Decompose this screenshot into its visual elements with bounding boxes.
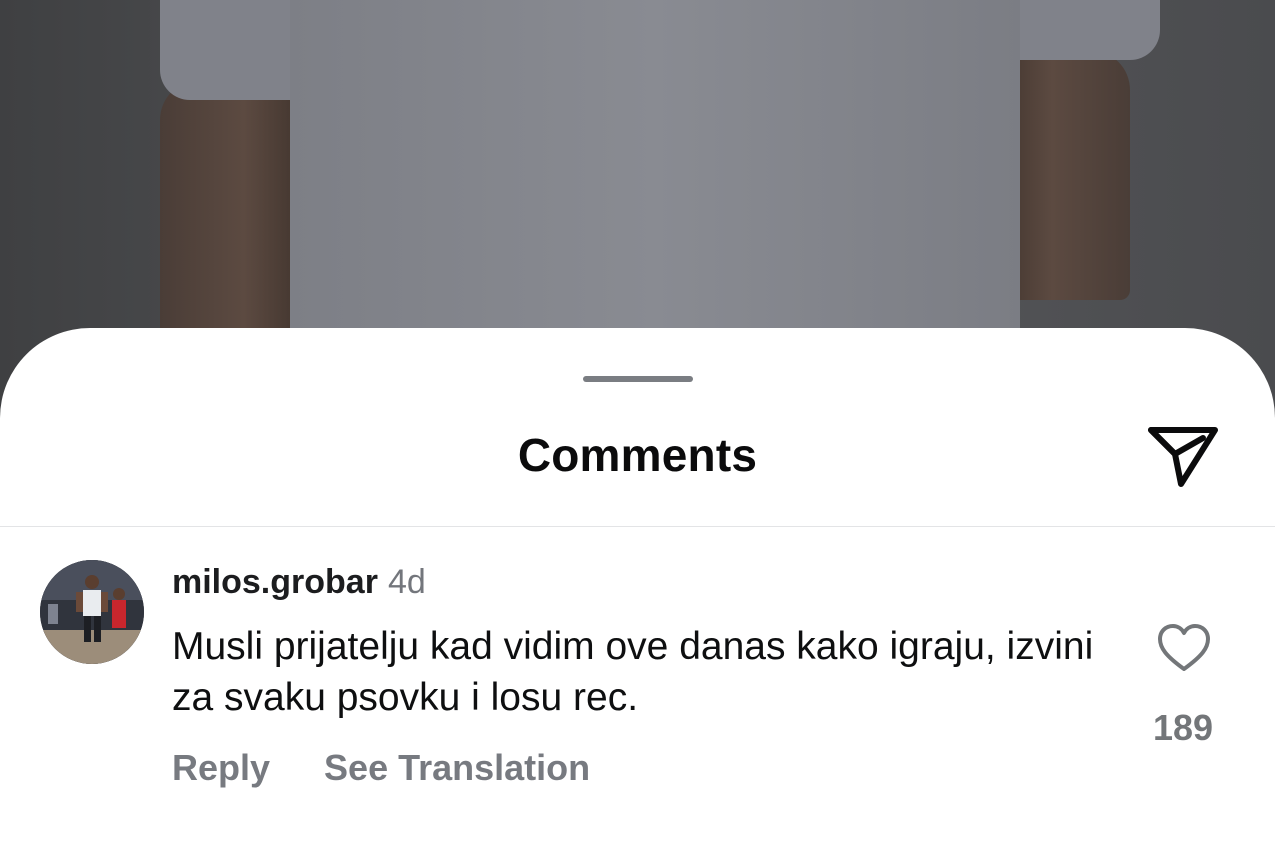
photo-sleeve-right xyxy=(1000,0,1160,60)
paper-plane-icon xyxy=(1148,427,1218,487)
avatar[interactable] xyxy=(40,560,144,664)
share-button[interactable] xyxy=(1143,418,1223,492)
comment-text: Musli prijatelju kad vidim ove danas kak… xyxy=(172,625,1094,719)
avatar-image xyxy=(40,560,144,664)
like-button[interactable] xyxy=(1156,622,1212,674)
comment-header: milos.grobar 4d xyxy=(172,561,426,603)
like-count: 189 xyxy=(1152,707,1214,748)
comment-timestamp: 4d xyxy=(387,563,426,601)
comment-item: milos.grobar 4d Musli prijatelju kad vidi… xyxy=(0,527,1275,850)
comment-username[interactable]: milos.grobar xyxy=(172,563,378,601)
sheet-title: Comments xyxy=(517,429,758,481)
see-translation-button[interactable]: See Translation xyxy=(324,747,590,788)
reply-button[interactable]: Reply xyxy=(172,747,270,788)
heart-outline-icon xyxy=(1158,624,1210,671)
sheet-grabber-handle[interactable] xyxy=(583,376,693,382)
comments-sheet: Comments milos.grobar 4d Musli prijatelj… xyxy=(0,328,1275,850)
comment-actions: Reply See Translation xyxy=(172,747,590,789)
